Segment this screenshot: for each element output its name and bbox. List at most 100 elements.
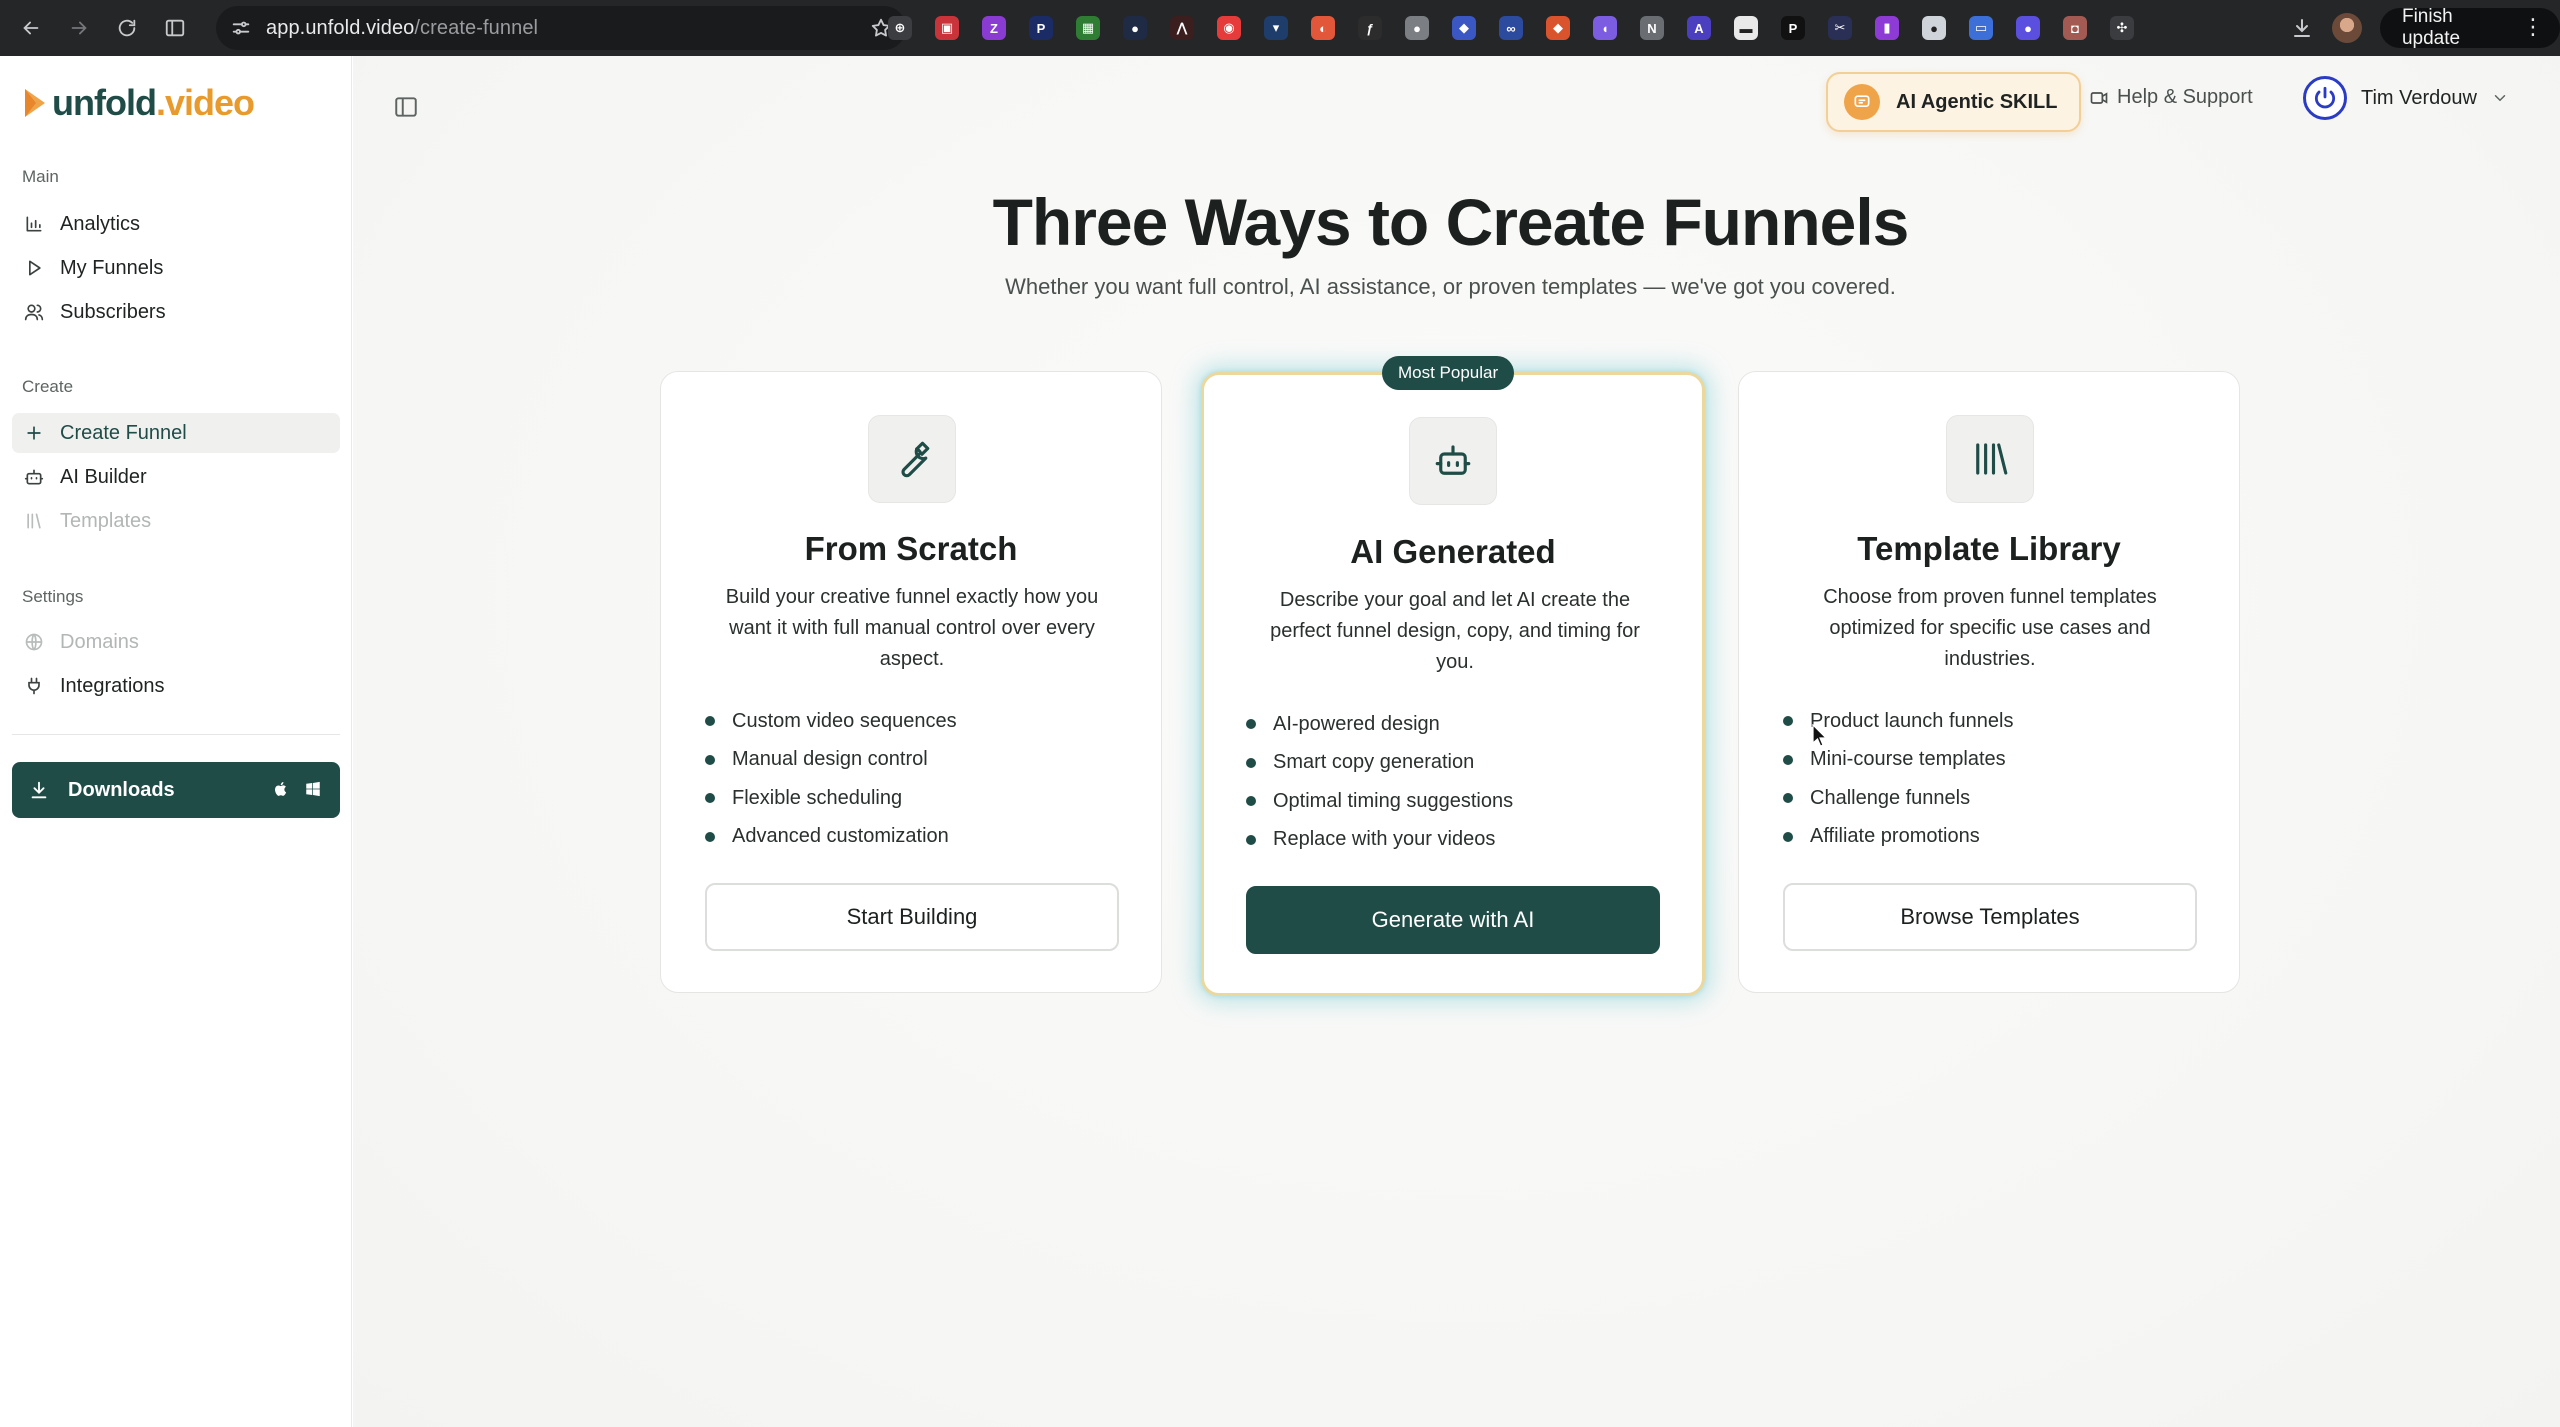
sidebar-item-integrations[interactable]: Integrations — [12, 666, 340, 706]
more-vertical-icon[interactable]: ⋮ — [2522, 16, 2544, 38]
library-icon — [1946, 415, 2034, 503]
ai-agentic-skill-button[interactable]: AI Agentic SKILL — [1826, 72, 2082, 132]
feature-item: Affiliate promotions — [1783, 818, 2013, 857]
video-icon — [2090, 91, 2108, 104]
address-bar[interactable]: app.unfold.video/create-funnel — [216, 6, 906, 50]
sidebar-item-subscribers[interactable]: Subscribers — [12, 292, 340, 332]
main-content: AI Agentic SKILL Help & Support Tim Verd… — [353, 56, 2560, 1427]
chat-ext-icon[interactable]: ● — [1922, 16, 1946, 40]
sidebar-item-label: Subscribers — [60, 300, 166, 323]
fox-ext-icon[interactable]: ◆ — [1546, 16, 1570, 40]
downloads-label: Downloads — [68, 778, 175, 801]
red-ext-icon[interactable]: ⋀ — [1170, 16, 1194, 40]
chevron-down-icon[interactable] — [2491, 89, 2509, 107]
card-title: Template Library — [1857, 530, 2121, 567]
user-name: Tim Verdouw — [2361, 86, 2477, 109]
link-ext-icon[interactable]: ∞ — [1499, 16, 1523, 40]
paypal-ext-icon[interactable]: P — [1029, 16, 1053, 40]
record-ext-icon[interactable]: ◉ — [1217, 16, 1241, 40]
generate-with-ai-button[interactable]: Generate with AI — [1246, 886, 1660, 954]
download-icon — [31, 781, 47, 799]
os-icons — [272, 780, 322, 798]
feature-list: AI-powered design Smart copy generation … — [1246, 705, 1513, 859]
gray-ext-icon[interactable]: ● — [1405, 16, 1429, 40]
most-popular-badge: Most Popular — [1382, 356, 1515, 390]
card-ai-generated: Most Popular AI Generated Describe your … — [1201, 356, 1705, 996]
feature-item: Optimal timing suggestions — [1246, 782, 1513, 821]
car-ext-icon[interactable]: ◘ — [2063, 16, 2087, 40]
sidebar-item-label: Domains — [60, 630, 139, 653]
card-description: Choose from proven funnel templates opti… — [1823, 586, 2157, 670]
library-icon — [24, 511, 44, 531]
sidebar-item-label: Templates — [60, 509, 152, 532]
p-ext-icon[interactable]: P — [1781, 16, 1805, 40]
fx-ext-icon[interactable]: ƒ — [1358, 16, 1382, 40]
ai-ext-icon[interactable]: A — [1687, 16, 1711, 40]
site-settings-icon[interactable] — [230, 17, 252, 39]
sidebar-section-settings: Settings — [22, 587, 84, 606]
sidebar-item-label: Create Funnel — [60, 421, 187, 444]
help-support-link[interactable]: Help & Support — [2089, 86, 2253, 109]
feature-item: Challenge funnels — [1783, 779, 2013, 818]
sidebar-item-my-funnels[interactable]: My Funnels — [12, 248, 340, 288]
scissors-ext-icon[interactable]: ✂ — [1828, 16, 1852, 40]
url-text: app.unfold.video/create-funnel — [266, 16, 539, 39]
browser-toolbar: app.unfold.video/create-funnel ⊕ ▣ Z P ▦ ● ⋀ ◉ ▾… — [0, 0, 2560, 56]
sidebar-item-label: Integrations — [60, 674, 165, 697]
card-template-library: Template Library Choose from proven funn… — [1738, 371, 2240, 993]
ai-agentic-skill-label: AI Agentic SKILL — [1896, 90, 2058, 113]
downloads-button[interactable]: Downloads — [12, 762, 340, 818]
user-menu[interactable]: Tim Verdouw — [2303, 76, 2509, 120]
sidebar-item-ai-builder[interactable]: AI Builder — [12, 457, 340, 497]
sidebar-item-label: AI Builder — [60, 465, 147, 488]
dots-ext-icon[interactable]: ● — [1123, 16, 1147, 40]
sidebar-item-analytics[interactable]: Analytics — [12, 204, 340, 244]
circle-ext-icon[interactable]: ● — [2016, 16, 2040, 40]
feature-item: Advanced customization — [705, 818, 957, 857]
feature-item: AI-powered design — [1246, 705, 1513, 744]
start-building-button[interactable]: Start Building — [705, 883, 1119, 951]
card-from-scratch: From Scratch Build your creative funnel … — [660, 371, 1162, 993]
brand-logo[interactable]: unfold.video — [22, 82, 255, 124]
plus-icon — [24, 423, 44, 443]
browse-templates-button[interactable]: Browse Templates — [1783, 883, 2197, 951]
sidebar-item-label: My Funnels — [60, 256, 164, 279]
screen-share-ext-icon[interactable]: ▭ — [1969, 16, 1993, 40]
sidebar-section-create: Create — [22, 377, 74, 396]
feature-item: Flexible scheduling — [705, 779, 957, 818]
chrome-ext-icon[interactable]: ⊕ — [888, 16, 912, 40]
users-icon — [24, 302, 44, 322]
card-description: Build your creative funnel exactly how y… — [725, 586, 1099, 670]
pdf-ext-icon[interactable]: ▣ — [935, 16, 959, 40]
tag-ext-icon[interactable]: ◆ — [1452, 16, 1476, 40]
help-support-label: Help & Support — [2117, 86, 2253, 108]
chat-bubble-icon — [1844, 84, 1880, 120]
bookmark-ext-icon[interactable]: ▮ — [1875, 16, 1899, 40]
screen-ext-icon[interactable]: ▦ — [1076, 16, 1100, 40]
finish-update-label: Finish update — [2401, 6, 2461, 49]
card-title: AI Generated — [1350, 533, 1556, 570]
power-avatar-icon — [2303, 76, 2347, 120]
finish-update-button[interactable]: Finish update ⋮ — [2379, 6, 2560, 49]
browser-profile-avatar[interactable] — [2331, 13, 2362, 43]
sidebar-toggle-icon[interactable] — [393, 94, 419, 120]
sidebar-section-main: Main — [22, 167, 59, 186]
feather-ext-icon[interactable]: ◖ — [1593, 16, 1617, 40]
zotero-ext-icon[interactable]: Z — [982, 16, 1006, 40]
puzzle-ext-icon[interactable]: ✣ — [2110, 16, 2134, 40]
back-icon[interactable] — [14, 11, 48, 45]
bar-chart-icon — [24, 214, 44, 234]
sidebar-item-create-funnel[interactable]: Create Funnel — [12, 413, 340, 453]
n-ext-icon[interactable]: N — [1640, 16, 1664, 40]
play-logo-icon — [25, 89, 45, 117]
sidebar-item-templates[interactable]: Templates — [12, 501, 340, 541]
page-ext-icon[interactable]: ▬ — [1734, 16, 1758, 40]
sidebar-item-domains[interactable]: Domains — [12, 622, 340, 662]
forward-icon[interactable] — [62, 11, 96, 45]
sidepanel-icon[interactable] — [158, 11, 192, 45]
plug-icon — [24, 676, 44, 696]
reload-icon[interactable] — [110, 11, 144, 45]
orange-ext-icon[interactable]: ◐ — [1311, 16, 1335, 40]
shield-ext-icon[interactable]: ▾ — [1264, 16, 1288, 40]
download-icon[interactable] — [2290, 16, 2314, 40]
